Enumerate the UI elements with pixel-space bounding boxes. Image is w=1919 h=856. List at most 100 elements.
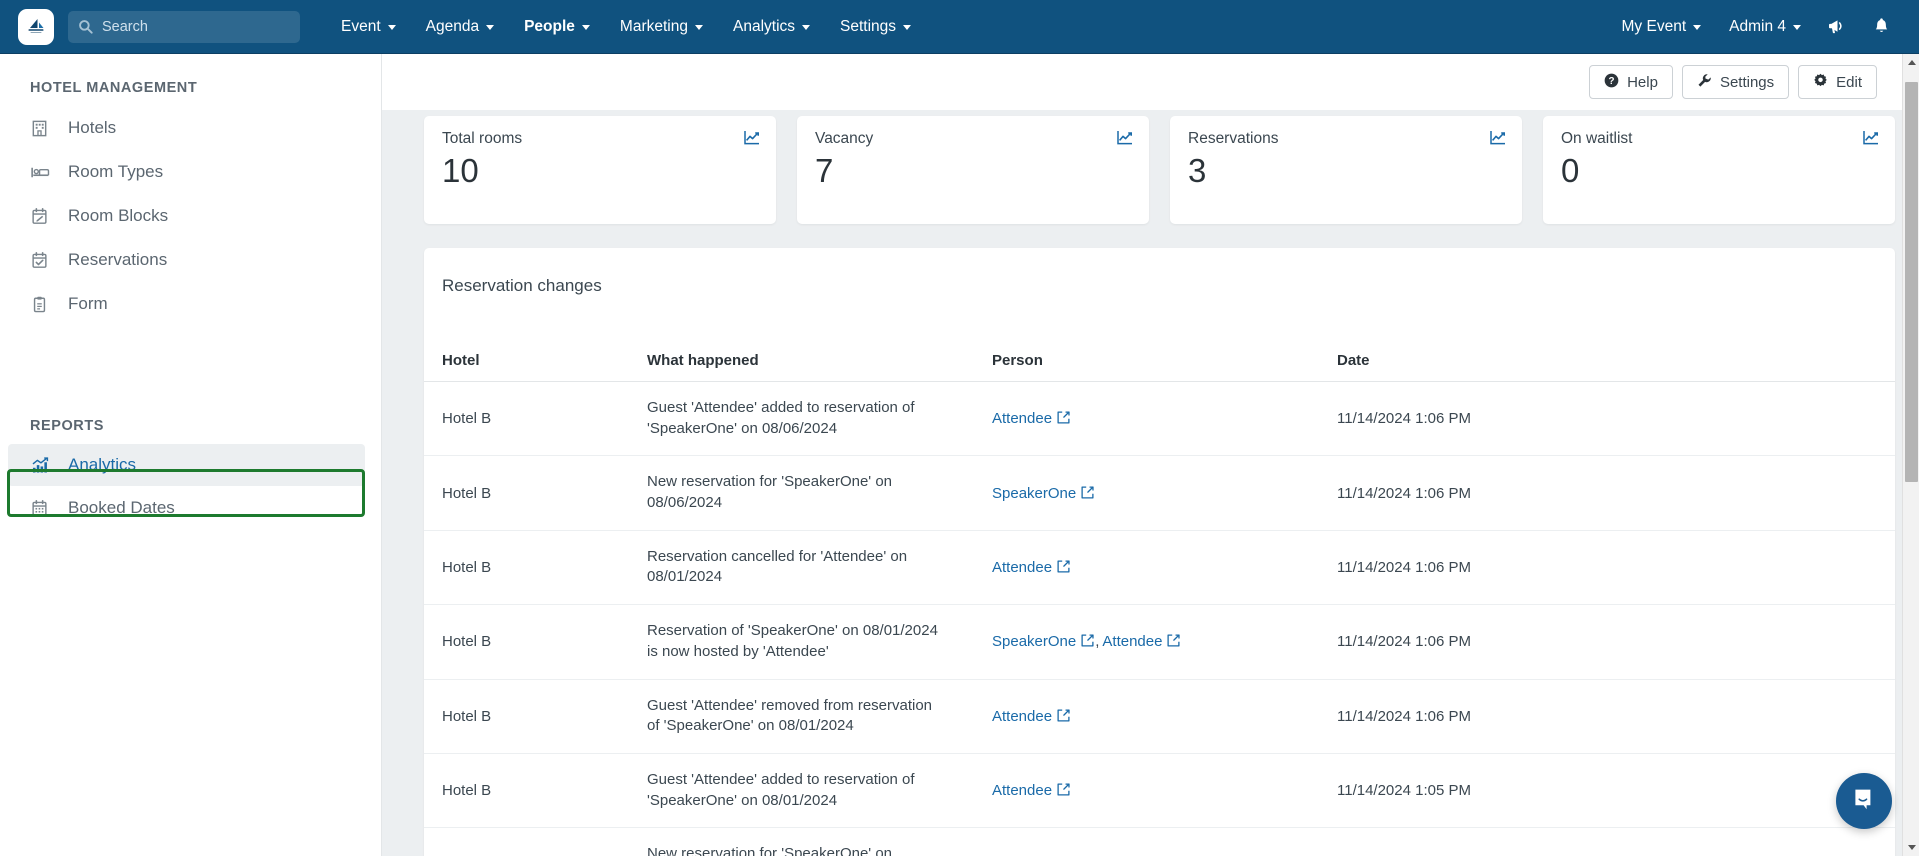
sidebar-item-form[interactable]: Form [0,282,381,326]
cell-hotel: Hotel B [424,455,629,531]
sidebar-section-hotel-management: HOTEL MANAGEMENT [30,80,198,96]
person-link[interactable]: SpeakerOne [992,633,1094,650]
scroll-up-arrow-icon[interactable] [1903,54,1919,71]
sidebar-item-reservations[interactable]: Reservations [0,238,381,282]
nav-item-people[interactable]: People [509,0,605,54]
megaphone-icon[interactable] [1815,0,1860,54]
search-input[interactable] [102,18,282,35]
sidebar: HOTEL MANAGEMENT Hotels Room Types Room … [0,54,382,856]
table-row: Hotel B Reservation cancelled for 'Attend… [424,530,1895,606]
chart-line-icon[interactable] [744,130,760,145]
cell-person: Attendee [974,753,1319,829]
stat-card-total-rooms[interactable]: Total rooms 10 [424,116,776,224]
cell-date: 11/14/2024 1:06 PM [1319,604,1895,680]
nav-right-group: My Event Admin 4 [1608,0,1919,54]
table-body: Hotel B Guest 'Attendee' added to reserva… [424,381,1895,856]
main-content: ? Help Settings Edit Total rooms 10 Vaca… [382,54,1919,856]
sidebar-item-room-blocks[interactable]: Room Blocks [0,194,381,238]
person-link[interactable]: SpeakerOne [992,485,1094,502]
cell-date: 11/14/2024 1:05 PM [1319,827,1895,856]
reservation-changes-panel: Reservation changes Hotel What happened … [424,248,1895,856]
nav-item-marketing[interactable]: Marketing [605,0,718,54]
my-event-menu[interactable]: My Event [1608,0,1716,54]
gear-icon [1813,73,1828,91]
person-link[interactable]: Attendee [992,708,1070,725]
column-header-hotel: Hotel [424,296,629,382]
sailboat-logo-icon[interactable] [18,8,54,45]
primary-nav: Event Agenda People Marketing Analytics … [326,0,926,54]
stat-card-on-waitlist[interactable]: On waitlist 0 [1543,116,1895,224]
table-row: Hotel B Guest 'Attendee' added to reserva… [424,381,1895,457]
table-row: Hotel B Reservation of 'SpeakerOne' on 08… [424,604,1895,680]
stat-card-value: 10 [442,152,479,189]
bell-icon[interactable] [1860,0,1903,54]
stat-card-value: 3 [1188,152,1207,189]
nav-item-label: Marketing [619,17,688,35]
sidebar-item-room-types[interactable]: Room Types [0,150,381,194]
person-link[interactable]: Attendee [1102,633,1181,650]
help-button[interactable]: ? Help [1589,65,1673,99]
person-link[interactable]: Attendee [992,410,1070,427]
nav-item-label: Settings [840,17,897,35]
cell-what-happened: Reservation of 'SpeakerOne' on 08/01/202… [629,604,974,680]
help-circle-icon: ? [1604,73,1619,91]
stat-card-value: 7 [815,152,834,189]
chart-line-icon[interactable] [1117,130,1133,145]
person-separator: , [1095,633,1100,651]
vertical-scrollbar[interactable] [1902,54,1919,856]
bed-icon [30,163,56,182]
person-link[interactable]: Attendee [992,559,1070,576]
cell-hotel: Hotel B [424,679,629,754]
chevron-down-icon [581,25,590,30]
scrollbar-thumb[interactable] [1905,82,1918,482]
clipboard-icon [30,295,56,314]
cell-what-happened: New reservation for 'SpeakerOne' on 08/0… [629,455,974,531]
settings-button[interactable]: Settings [1681,65,1790,99]
sidebar-item-hotels[interactable]: Hotels [0,106,381,150]
stat-card-title: Reservations [1188,130,1279,147]
external-link-icon [1081,634,1094,648]
cell-what-happened: Guest 'Attendee' added to reservation of… [629,753,974,829]
nav-item-settings[interactable]: Settings [825,0,926,54]
cell-date: 11/14/2024 1:06 PM [1319,530,1895,606]
scroll-down-arrow-icon[interactable] [1903,839,1919,856]
external-link-icon [1057,709,1070,723]
my-event-label: My Event [1621,17,1687,35]
calendar-edit-icon [30,207,56,226]
nav-item-agenda[interactable]: Agenda [411,0,509,54]
edit-button[interactable]: Edit [1798,65,1877,99]
cell-person: Attendee [974,679,1319,754]
person-link[interactable]: Attendee [992,782,1070,799]
chart-line-icon[interactable] [1490,130,1506,145]
sidebar-item-label: Reservations [68,250,168,269]
cell-person: SpeakerOne [974,455,1319,531]
chevron-down-icon [802,25,811,30]
sidebar-item-booked-dates[interactable]: Booked Dates [0,486,381,530]
stat-card-reservations[interactable]: Reservations 3 [1170,116,1522,224]
sidebar-section-reports: REPORTS [30,418,104,434]
svg-text:?: ? [1609,76,1615,87]
person-link-label: SpeakerOne [992,633,1077,651]
table-row: Hotel BNew reservation for 'SpeakerOne' … [424,455,1895,531]
cell-date: 11/14/2024 1:06 PM [1319,679,1895,754]
hotel-building-icon [30,119,56,138]
stat-card-title: On waitlist [1561,130,1633,147]
sidebar-item-analytics[interactable]: Analytics [8,444,365,486]
search-box[interactable] [68,10,300,43]
chart-line-icon[interactable] [1863,130,1879,145]
bar-chart-icon [30,456,56,475]
intercom-chat-button[interactable] [1836,773,1892,829]
wrench-icon [1697,73,1712,91]
external-link-icon [1057,783,1070,797]
cell-date: 11/14/2024 1:06 PM [1319,381,1895,457]
nav-item-event[interactable]: Event [326,0,411,54]
calendar-check-icon [30,251,56,270]
nav-item-analytics[interactable]: Analytics [718,0,825,54]
admin-menu[interactable]: Admin 4 [1715,0,1815,54]
chevron-down-icon [694,25,703,30]
cell-hotel: Hotel B [424,753,629,829]
page-scroll-region: Total rooms 10 Vacancy 7 Reservations 3 … [382,110,1919,856]
stat-card-vacancy[interactable]: Vacancy 7 [797,116,1149,224]
person-link-label: Attendee [992,707,1053,725]
external-link-icon [1081,486,1094,500]
